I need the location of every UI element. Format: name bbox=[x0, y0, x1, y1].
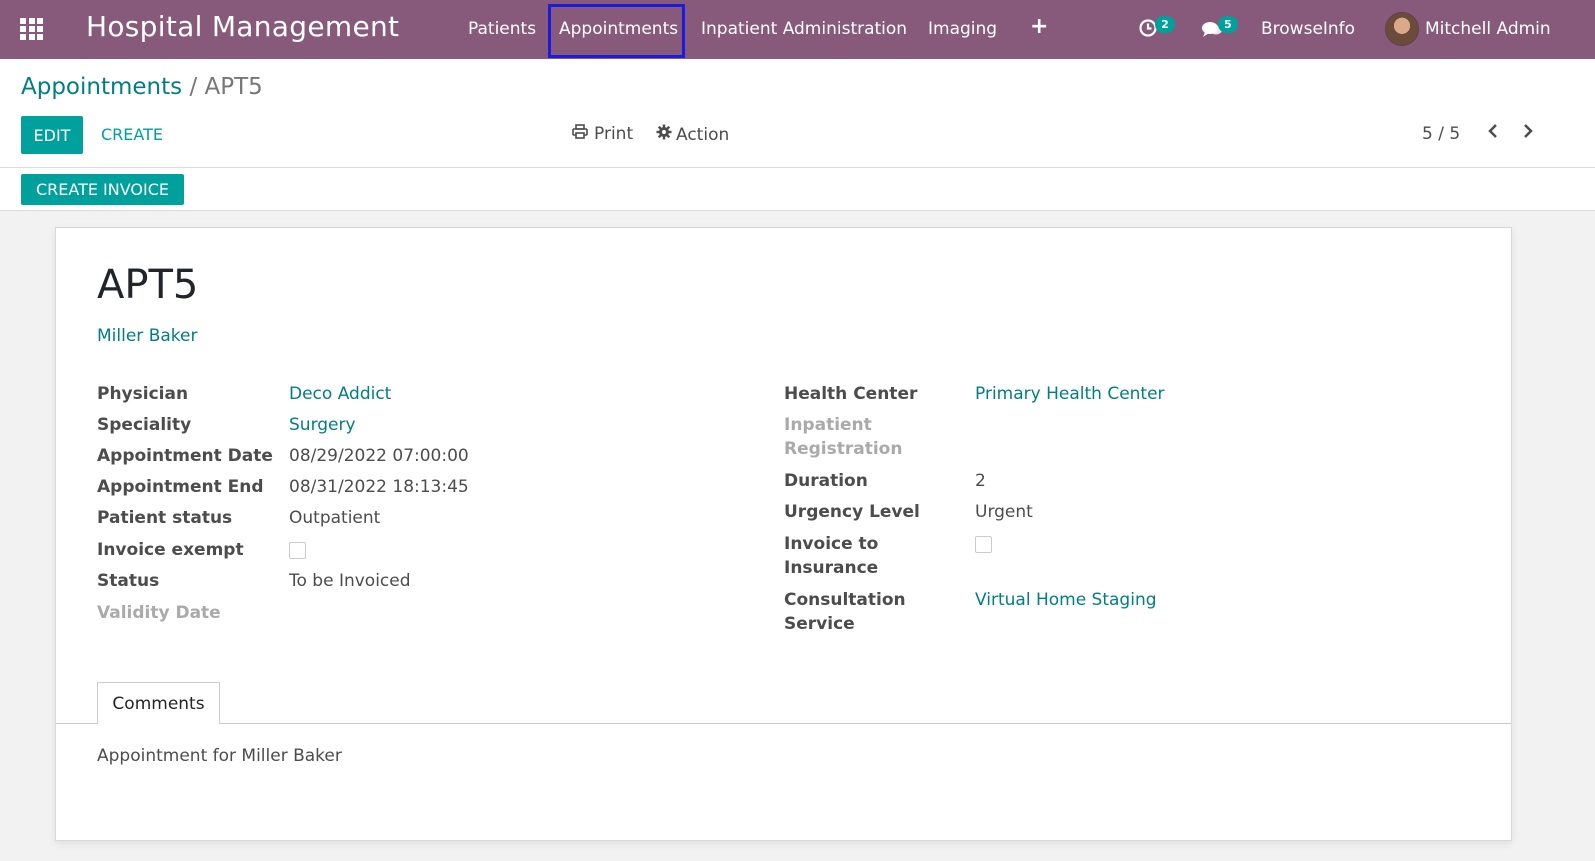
menu-patients[interactable]: Patients bbox=[468, 19, 536, 39]
menu-inpatient-administration[interactable]: Inpatient Administration bbox=[701, 19, 907, 39]
appointment-date-label: Appointment Date bbox=[97, 446, 273, 466]
notebook-tab-line bbox=[56, 723, 1511, 724]
breadcrumb-current: APT5 bbox=[204, 74, 263, 100]
duration-label: Duration bbox=[784, 471, 868, 491]
invoice-to-insurance-checkbox[interactable] bbox=[975, 536, 992, 553]
validity-date-label: Validity Date bbox=[97, 603, 221, 623]
duration-value: 2 bbox=[975, 471, 986, 491]
invoice-exempt-label: Invoice exempt bbox=[97, 540, 244, 560]
print-dropdown[interactable]: Print bbox=[572, 124, 633, 144]
status-value: To be Invoiced bbox=[289, 571, 411, 591]
physician-label: Physician bbox=[97, 384, 189, 404]
create-invoice-button[interactable]: CREATE INVOICE bbox=[21, 174, 184, 205]
print-label: Print bbox=[594, 124, 634, 144]
edit-button[interactable]: EDIT bbox=[21, 116, 83, 154]
menu-appointments-highlight bbox=[548, 4, 685, 58]
consultation-service-label-line2: Service bbox=[784, 614, 855, 634]
breadcrumb-separator: / bbox=[189, 74, 198, 100]
user-avatar[interactable] bbox=[1385, 12, 1419, 46]
user-menu[interactable]: Mitchell Admin bbox=[1425, 19, 1551, 39]
control-divider bbox=[0, 167, 1595, 168]
breadcrumb-appointments-link[interactable]: Appointments bbox=[21, 74, 182, 100]
patient-link[interactable]: Miller Baker bbox=[97, 326, 197, 346]
speciality-value[interactable]: Surgery bbox=[289, 413, 356, 437]
apps-menu-icon[interactable] bbox=[20, 18, 43, 40]
urgency-level-label: Urgency Level bbox=[784, 502, 920, 522]
appointment-end-value: 08/31/2022 18:13:45 bbox=[289, 477, 469, 497]
health-center-value[interactable]: Primary Health Center bbox=[975, 382, 1165, 406]
gear-icon bbox=[656, 124, 672, 145]
invoice-to-insurance-label-line1: Invoice to bbox=[784, 534, 879, 554]
consultation-service-value[interactable]: Virtual Home Staging bbox=[975, 588, 1157, 612]
tab-comments[interactable]: Comments bbox=[97, 682, 220, 724]
invoice-to-insurance-label-line2: Insurance bbox=[784, 558, 879, 578]
patient-status-label: Patient status bbox=[97, 508, 233, 528]
consultation-service-label: Consultation Service bbox=[784, 588, 906, 636]
appointment-date-value: 08/29/2022 07:00:00 bbox=[289, 446, 469, 466]
app-brand[interactable]: Hospital Management bbox=[86, 10, 399, 43]
statusbar-divider bbox=[0, 210, 1595, 211]
messages-count-badge: 5 bbox=[1218, 16, 1238, 33]
comments-text[interactable]: Appointment for Miller Baker bbox=[97, 746, 342, 766]
inpatient-registration-label-line1: Inpatient bbox=[784, 415, 872, 435]
more-menu-plus-icon[interactable]: + bbox=[1030, 14, 1048, 39]
menu-imaging[interactable]: Imaging bbox=[928, 19, 997, 39]
action-label: Action bbox=[676, 124, 730, 145]
inpatient-registration-label-line2: Registration bbox=[784, 439, 903, 459]
action-dropdown[interactable]: Action bbox=[656, 124, 729, 145]
create-button[interactable]: CREATE bbox=[101, 125, 163, 144]
invoice-exempt-checkbox[interactable] bbox=[289, 542, 306, 559]
status-label: Status bbox=[97, 571, 160, 591]
top-navbar: Hospital Management Patients Appointment… bbox=[0, 0, 1595, 59]
pager-value[interactable]: 5 / 5 bbox=[1422, 124, 1460, 144]
health-center-label: Health Center bbox=[784, 384, 918, 404]
urgency-level-value: Urgent bbox=[975, 502, 1033, 522]
appointment-end-label: Appointment End bbox=[97, 477, 264, 497]
activities-count-badge: 2 bbox=[1155, 16, 1175, 33]
speciality-label: Speciality bbox=[97, 415, 192, 435]
company-switcher[interactable]: BrowseInfo bbox=[1261, 19, 1355, 39]
patient-status-value: Outpatient bbox=[289, 508, 381, 528]
physician-value[interactable]: Deco Addict bbox=[289, 382, 391, 406]
consultation-service-label-line1: Consultation bbox=[784, 590, 906, 610]
invoice-to-insurance-label: Invoice to Insurance bbox=[784, 532, 878, 580]
inpatient-registration-label: Inpatient Registration bbox=[784, 413, 902, 461]
record-title: APT5 bbox=[97, 262, 199, 308]
pager-next-icon[interactable] bbox=[1521, 121, 1535, 146]
pager-previous-icon[interactable] bbox=[1486, 121, 1500, 146]
breadcrumb: Appointments / APT5 bbox=[21, 74, 263, 100]
print-icon bbox=[572, 124, 588, 144]
